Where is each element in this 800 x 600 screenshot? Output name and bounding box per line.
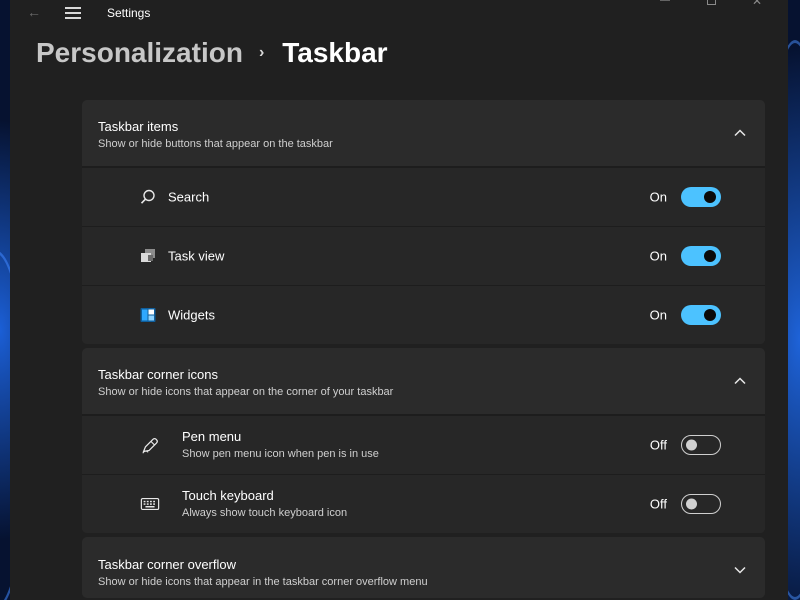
toggle-state-text: On [649, 248, 667, 264]
section-header-taskbar-items[interactable]: Taskbar items Show or hide buttons that … [82, 100, 765, 167]
setting-subtitle: Always show touch keyboard icon [182, 507, 348, 519]
setting-subtitle: Show pen menu icon when pen is in use [182, 448, 379, 460]
toggle-knob [704, 309, 716, 321]
setting-row-widgets: Widgets On [82, 285, 765, 344]
keyboard-icon [140, 494, 160, 514]
setting-label: Touch keyboard [182, 488, 274, 503]
widgets-icon [138, 305, 158, 325]
page-title: Taskbar [282, 37, 388, 68]
section-taskbar-corner-icons: Taskbar corner icons Show or hide icons … [82, 348, 765, 533]
breadcrumb-parent-link[interactable]: Personalization [36, 37, 243, 69]
setting-row-task-view: Task view On [82, 226, 765, 285]
breadcrumb-chevron-icon: › [258, 44, 265, 61]
widgets-toggle[interactable] [681, 305, 721, 325]
breadcrumb: Personalization › Taskbar [36, 33, 388, 73]
section-taskbar-items: Taskbar items Show or hide buttons that … [82, 100, 765, 344]
search-icon [138, 187, 158, 207]
task-view-toggle[interactable] [681, 246, 721, 266]
chevron-down-icon[interactable] [733, 563, 747, 577]
setting-label: Search [168, 189, 210, 205]
setting-row-search: Search On [82, 167, 765, 226]
toggle-state-text: Off [649, 496, 667, 512]
setting-label: Task view [168, 248, 225, 264]
back-arrow-icon: ← [27, 4, 41, 20]
setting-texts: Pen menu Show pen menu icon when pen is … [182, 429, 379, 460]
setting-label: Pen menu [182, 429, 242, 444]
toggle-state-text: On [649, 189, 667, 205]
toggle-state-text: Off [649, 437, 667, 453]
minimize-button[interactable]: — [642, 0, 688, 12]
task-view-icon [138, 246, 158, 266]
section-title: Taskbar corner overflow [98, 557, 236, 572]
section-title: Taskbar items [98, 119, 179, 134]
back-button[interactable]: ← [24, 2, 44, 22]
section-title: Taskbar corner icons [98, 367, 218, 382]
toggle-knob [704, 250, 716, 262]
section-header-taskbar-corner-overflow[interactable]: Taskbar corner overflow Show or hide ico… [82, 537, 765, 598]
pen-icon [140, 435, 160, 455]
touch-keyboard-toggle[interactable] [681, 494, 721, 514]
setting-texts: Touch keyboard Always show touch keyboar… [182, 488, 347, 519]
section-header-taskbar-corner-icons[interactable]: Taskbar corner icons Show or hide icons … [82, 348, 765, 415]
search-toggle[interactable] [681, 187, 721, 207]
settings-content: Taskbar items Show or hide buttons that … [82, 100, 765, 600]
section-description: Show or hide icons that appear on the co… [98, 386, 394, 398]
setting-row-pen-menu: Pen menu Show pen menu icon when pen is … [82, 415, 765, 474]
toggle-state-text: On [649, 307, 667, 323]
toggle-knob [686, 439, 697, 451]
section-taskbar-corner-overflow: Taskbar corner overflow Show or hide ico… [82, 537, 765, 598]
title-bar: ← Settings — ✕ [10, 0, 788, 26]
close-button[interactable]: ✕ [734, 0, 780, 12]
toggle-knob [704, 191, 716, 203]
pen-menu-toggle[interactable] [681, 435, 721, 455]
chevron-up-icon[interactable] [733, 374, 747, 388]
setting-label: Widgets [168, 307, 215, 323]
hamburger-menu-button[interactable] [64, 4, 82, 20]
section-description: Show or hide icons that appear in the ta… [98, 576, 428, 588]
setting-row-touch-keyboard: Touch keyboard Always show touch keyboar… [82, 474, 765, 533]
toggle-knob [686, 498, 697, 510]
settings-window: ← Settings — ✕ Personalization › Taskbar… [10, 0, 788, 600]
app-title: Settings [107, 6, 151, 20]
chevron-up-icon[interactable] [733, 126, 747, 140]
window-controls: — ✕ [642, 0, 780, 12]
section-description: Show or hide buttons that appear on the … [98, 138, 333, 150]
maximize-icon [706, 0, 716, 5]
maximize-button[interactable] [688, 0, 734, 12]
